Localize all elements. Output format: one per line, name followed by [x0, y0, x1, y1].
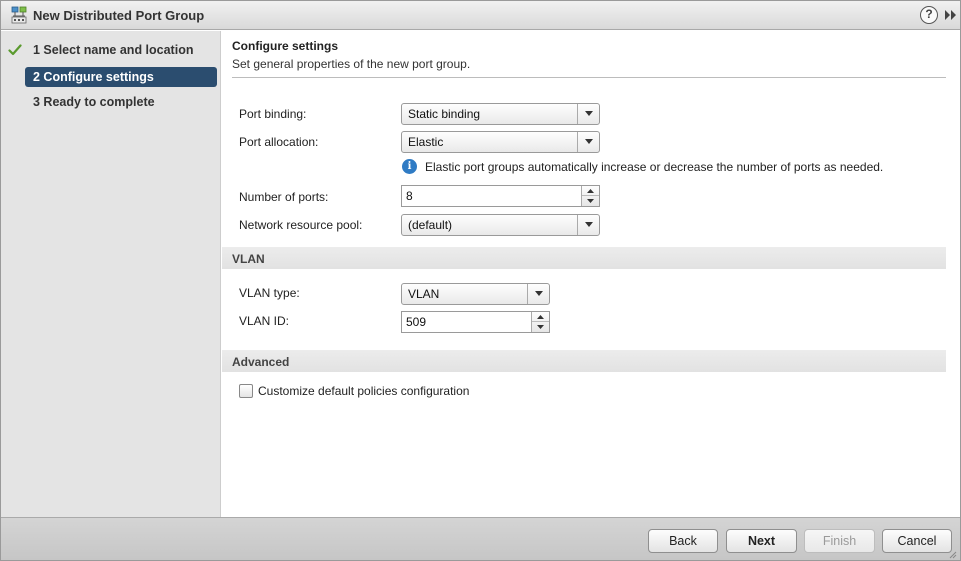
chevron-down-icon [585, 222, 593, 227]
info-icon: i [402, 159, 417, 174]
vlan-type-label: VLAN type: [239, 286, 300, 300]
chevron-up-icon [587, 189, 594, 193]
chevron-up-icon [537, 315, 544, 319]
step-ready-to-complete: 3 Ready to complete [33, 95, 155, 109]
new-distributed-port-group-dialog: New Distributed Port Group ? 1 Select na… [0, 0, 961, 561]
chevron-down-icon [537, 325, 544, 329]
vlan-header-label: VLAN [232, 252, 265, 266]
number-of-ports-value: 8 [406, 189, 413, 203]
decrement-button[interactable] [582, 196, 599, 206]
chevron-down-icon [535, 291, 543, 296]
wizard-steps-sidebar: 1 Select name and location 2 Configure s… [1, 31, 221, 517]
network-resource-pool-select[interactable]: (default) [401, 214, 600, 236]
number-of-ports-input[interactable]: 8 [401, 185, 600, 207]
chevron-down-icon [585, 111, 593, 116]
vlan-type-value: VLAN [408, 287, 440, 301]
dropdown-arrow [577, 132, 599, 152]
ports-stepper [581, 186, 599, 206]
next-button[interactable]: Next [726, 529, 797, 553]
advanced-section-header: Advanced [222, 350, 946, 372]
help-button[interactable]: ? [920, 6, 938, 24]
chevron-down-icon [585, 139, 593, 144]
checkmark-icon [8, 43, 22, 57]
expand-icon[interactable] [944, 8, 958, 22]
finish-button[interactable]: Finish [804, 529, 875, 553]
vlan-id-input[interactable]: 509 [401, 311, 550, 333]
network-resource-pool-value: (default) [408, 218, 453, 232]
decrement-button[interactable] [532, 322, 549, 332]
port-allocation-value: Elastic [408, 135, 444, 149]
dropdown-arrow [577, 104, 599, 124]
distributed-port-group-icon [10, 6, 28, 24]
port-binding-label: Port binding: [239, 107, 307, 121]
increment-button[interactable] [582, 186, 599, 196]
dialog-title: New Distributed Port Group [33, 8, 205, 23]
increment-button[interactable] [532, 312, 549, 322]
network-resource-pool-label: Network resource pool: [239, 218, 363, 232]
vlan-id-value: 509 [406, 315, 427, 329]
dropdown-arrow [527, 284, 549, 304]
port-allocation-label: Port allocation: [239, 135, 319, 149]
step-configure-settings[interactable]: 2 Configure settings [25, 67, 217, 87]
vlan-id-label: VLAN ID: [239, 314, 290, 328]
step-select-name-location[interactable]: 1 Select name and location [25, 40, 217, 60]
port-binding-select[interactable]: Static binding [401, 103, 600, 125]
dropdown-arrow [577, 215, 599, 235]
customize-policies-checkbox[interactable] [239, 384, 253, 398]
vlan-id-stepper [531, 312, 549, 332]
back-button[interactable]: Back [648, 529, 718, 553]
vlan-type-select[interactable]: VLAN [401, 283, 550, 305]
resize-grip-icon[interactable] [948, 548, 957, 559]
main-content: Configure settings Set general propertie… [222, 31, 960, 517]
vlan-section-header: VLAN [222, 247, 946, 269]
number-of-ports-label: Number of ports: [239, 190, 329, 204]
page-title: Configure settings [232, 39, 339, 53]
elastic-info-text: Elastic port groups automatically increa… [425, 160, 884, 174]
customize-policies-label[interactable]: Customize default policies configuration [258, 384, 469, 398]
page-subtitle: Set general properties of the new port g… [232, 57, 471, 71]
cancel-button[interactable]: Cancel [882, 529, 952, 553]
port-binding-value: Static binding [408, 107, 481, 121]
port-allocation-select[interactable]: Elastic [401, 131, 600, 153]
divider [232, 77, 946, 78]
dialog-footer: Back Next Finish Cancel [1, 517, 960, 560]
chevron-down-icon [587, 199, 594, 203]
advanced-header-label: Advanced [232, 355, 290, 369]
title-bar: New Distributed Port Group ? [1, 1, 960, 30]
